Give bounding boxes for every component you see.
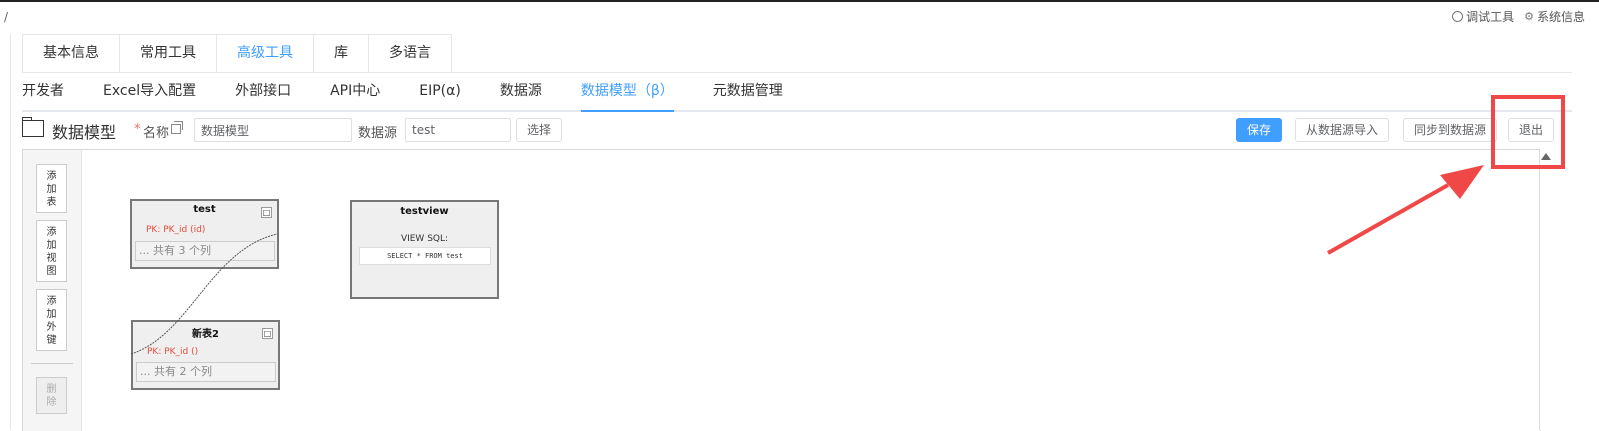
relation-overlay xyxy=(130,165,1484,355)
highlight-box xyxy=(1491,95,1565,169)
foreign-key-relation-line xyxy=(130,233,278,355)
annotation-arrow-shaft xyxy=(1327,183,1449,255)
annotation-arrow-head xyxy=(1440,165,1484,199)
